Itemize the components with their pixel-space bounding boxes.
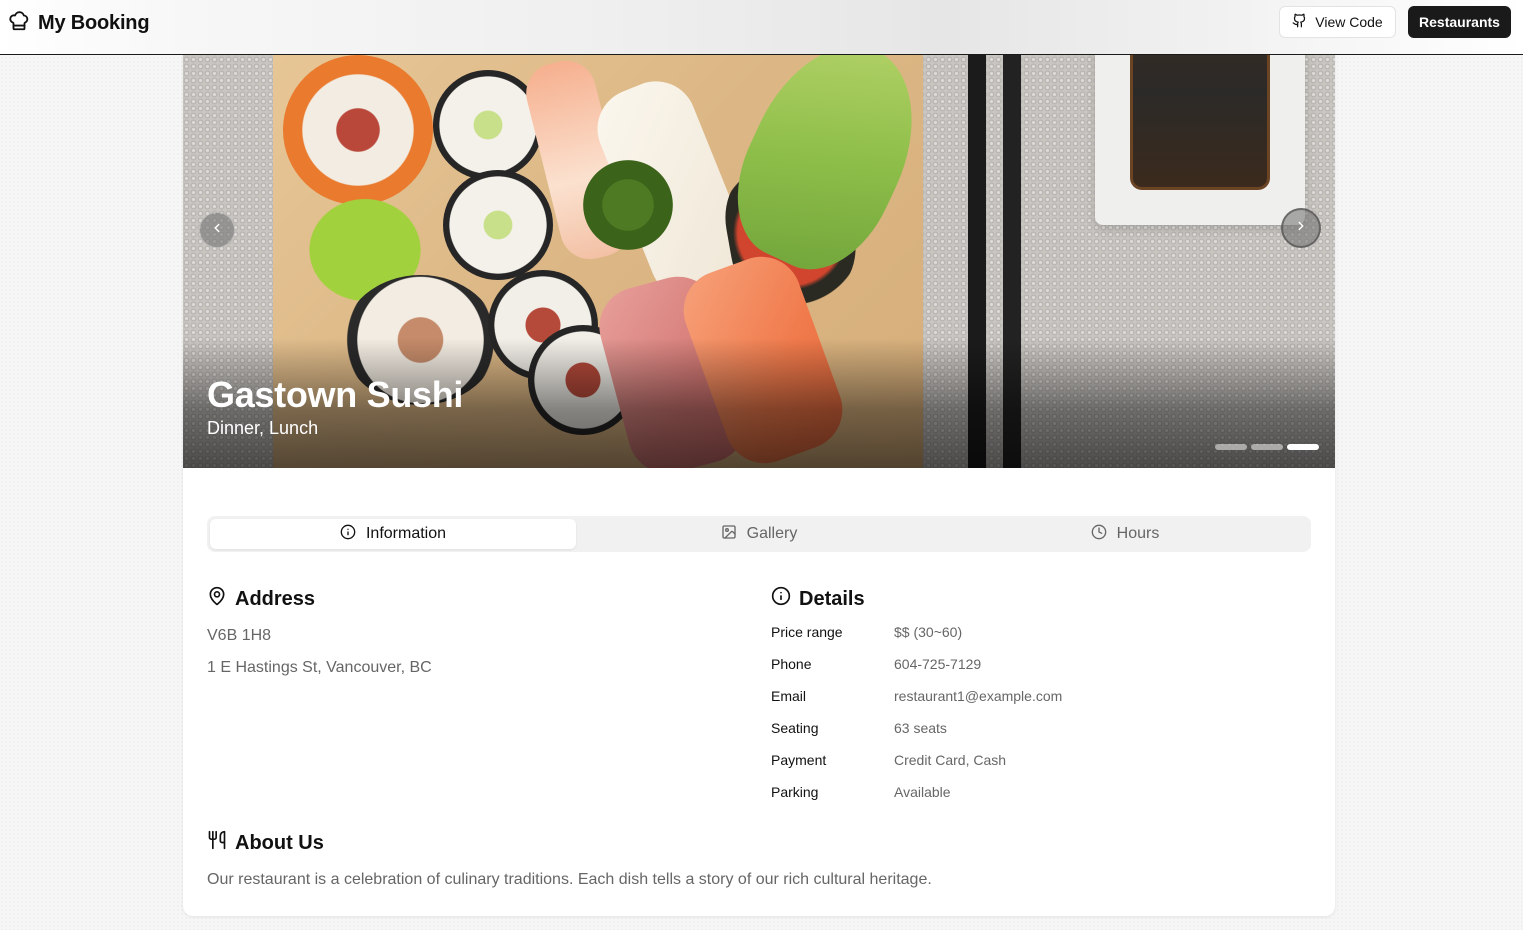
carousel-next-button[interactable] [1281, 208, 1321, 248]
restaurants-button[interactable]: Restaurants [1408, 6, 1511, 38]
tab-hours[interactable]: Hours [942, 519, 1308, 549]
details-heading: Details [771, 586, 865, 612]
map-pin-icon [207, 586, 227, 612]
restaurant-card: Gastown Sushi Dinner, Lunch Information [183, 0, 1335, 916]
address-heading-text: Address [235, 587, 316, 610]
carousel-dot[interactable] [1251, 444, 1283, 450]
github-icon [1292, 13, 1307, 31]
top-navbar: My Booking View Code Restaurants [0, 0, 1523, 55]
view-code-button[interactable]: View Code [1279, 6, 1396, 38]
detail-label: Email [771, 688, 807, 704]
about-heading-text: About Us [235, 831, 324, 854]
detail-row-payment: Payment Credit Card, Cash [771, 752, 1062, 784]
detail-row-parking: Parking Available [771, 784, 1062, 816]
details-list: Price range $$ (30~60) Phone 604-725-712… [771, 624, 1062, 816]
detail-label: Phone [771, 656, 812, 672]
detail-label: Seating [771, 720, 819, 736]
info-icon [771, 586, 791, 612]
carousel-indicators [1215, 444, 1319, 450]
chevron-left-icon [210, 221, 224, 240]
about-heading: About Us [207, 830, 324, 856]
chef-hat-icon [8, 10, 30, 37]
tab-label: Information [365, 525, 447, 542]
hero-carousel: Gastown Sushi Dinner, Lunch [183, 0, 1335, 468]
address-street: 1 E Hastings St, Vancouver, BC [207, 659, 432, 676]
detail-row-email: Email restaurant1@example.com [771, 688, 1062, 720]
utensils-icon [207, 830, 227, 856]
brand-title: My Booking [38, 12, 150, 34]
brand-link[interactable]: My Booking [8, 10, 150, 37]
chevron-right-icon [1294, 219, 1308, 238]
detail-row-phone: Phone 604-725-7129 [771, 656, 1062, 688]
detail-value: 63 seats [894, 720, 947, 736]
detail-value: Available [894, 784, 951, 800]
detail-value: $$ (30~60) [894, 624, 963, 640]
carousel-prev-button[interactable] [199, 212, 235, 248]
tab-label: Hours [1116, 525, 1160, 542]
tab-label: Gallery [746, 525, 798, 542]
restaurant-name: Gastown Sushi [207, 374, 464, 415]
detail-value: 604-725-7129 [894, 656, 982, 672]
image-icon [721, 524, 737, 545]
info-icon [340, 524, 356, 545]
info-tabs: Information Gallery Hours [207, 516, 1311, 552]
carousel-dot[interactable] [1215, 444, 1247, 450]
detail-row-price: Price range $$ (30~60) [771, 624, 1062, 656]
address-postal: V6B 1H8 [207, 627, 272, 644]
tab-information[interactable]: Information [210, 519, 576, 549]
detail-label: Parking [771, 784, 819, 800]
detail-value: restaurant1@example.com [894, 688, 1063, 704]
carousel-dot-active[interactable] [1287, 444, 1319, 450]
about-description: Our restaurant is a celebration of culin… [207, 871, 932, 888]
meal-types: Dinner, Lunch [207, 418, 319, 438]
detail-label: Payment [771, 752, 827, 768]
tab-gallery[interactable]: Gallery [576, 519, 942, 549]
details-heading-text: Details [799, 587, 865, 610]
detail-label: Price range [771, 624, 843, 640]
view-code-label: View Code [1315, 14, 1383, 30]
detail-value: Credit Card, Cash [894, 752, 1007, 768]
address-heading: Address [207, 586, 315, 612]
detail-row-seating: Seating 63 seats [771, 720, 1062, 752]
clock-icon [1091, 524, 1107, 545]
